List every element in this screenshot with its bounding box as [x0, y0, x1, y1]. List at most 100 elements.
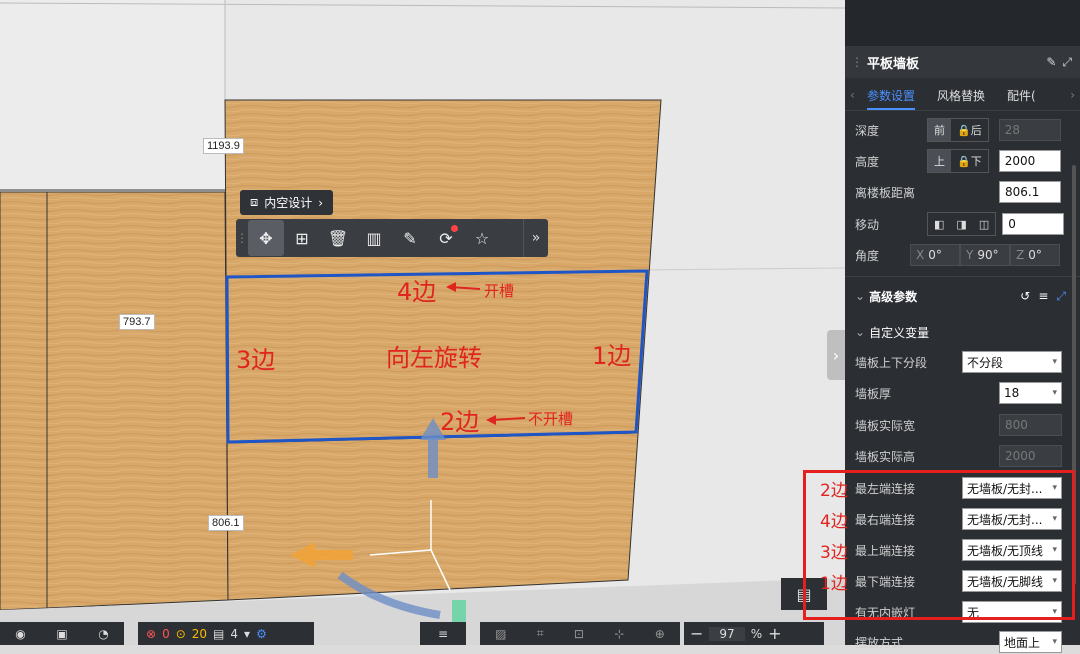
lock-icon: 🔒 — [957, 154, 971, 168]
crop-icon[interactable]: ⌗ — [537, 626, 544, 641]
drag-handle-icon[interactable]: ⋮ — [851, 55, 863, 69]
advanced-params-label: 高级参数 — [869, 289, 918, 304]
error-icon: ⊗ — [146, 626, 157, 641]
move-icon[interactable]: ✥ — [248, 220, 284, 256]
param-row: 墙板实际高 2000 — [855, 444, 1066, 468]
tab-parts[interactable]: 配件( — [1007, 81, 1036, 110]
angle-x-input[interactable]: X 0° — [910, 244, 960, 266]
expand-arrows-icon[interactable]: ⤢ — [1056, 289, 1066, 304]
zoom-out-icon[interactable]: − — [690, 624, 703, 643]
down-option[interactable]: 🔒 下 — [951, 150, 988, 172]
star-icon[interactable]: ☆ — [464, 220, 500, 256]
frame-icon: ⧈ — [250, 195, 259, 210]
custom-variables-label: 自定义变量 — [869, 325, 930, 340]
settings-icon[interactable]: ⚙ — [256, 627, 267, 641]
viewport-3d[interactable]: 1193.9 793.7 806.1 4边 开槽 3边 向左旋转 1边 2边 不… — [0, 0, 845, 645]
depth-toggle[interactable]: 前 🔒 后 — [927, 118, 989, 142]
cube-icon[interactable]: ▣ — [56, 627, 67, 641]
page-count[interactable]: 4 — [230, 627, 238, 641]
front-option[interactable]: 前 — [928, 119, 951, 141]
move-mode-1-icon[interactable]: ◧ — [928, 213, 950, 235]
actual-width-input: 800 — [999, 414, 1062, 436]
rotate-icon[interactable]: ⟳ — [428, 220, 464, 256]
inner-design-label: 内空设计 — [264, 196, 313, 210]
annotation-slot-on: 开槽 — [484, 282, 515, 300]
speed-icon[interactable]: ◔ — [98, 627, 108, 641]
annotation-rotate-left: 向左旋转 — [386, 344, 482, 372]
move-input[interactable]: 0 — [1002, 213, 1065, 235]
advanced-params-header[interactable]: ⌄ 高级参数 ↺ ≡ ⤢ — [855, 284, 1070, 308]
segment-select[interactable]: 不分段 ▾ — [962, 351, 1062, 373]
image-icon[interactable]: ▨ — [495, 627, 506, 641]
placement-select[interactable]: 地面上 ▾ — [999, 631, 1062, 653]
side-label-1: 1边 — [820, 574, 848, 594]
eye-icon[interactable]: ◉ — [15, 627, 25, 641]
floor-distance-label: 离楼板距离 — [855, 185, 916, 200]
move-mode[interactable]: ◧ ◨ ◫ — [927, 212, 997, 236]
back-option[interactable]: 🔒 后 — [951, 119, 988, 141]
annotation-edge4: 4边 — [397, 278, 437, 306]
brush-icon[interactable]: ✎ — [392, 220, 428, 256]
reset-icon[interactable]: ↺ — [1020, 289, 1030, 303]
annotation-slot-off: 不开槽 — [528, 410, 574, 428]
camera-icon[interactable]: ⊡ — [574, 627, 584, 641]
annotation-edge3: 3边 — [236, 346, 276, 374]
chevron-left-icon[interactable]: ‹ — [850, 88, 855, 102]
chevron-down-icon[interactable]: ▾ — [244, 627, 250, 641]
height-toggle[interactable]: 上 🔒 下 — [927, 149, 989, 173]
param-row: 墙板上下分段 不分段 ▾ — [855, 350, 1066, 374]
param-row: 墙板实际宽 800 — [855, 413, 1066, 437]
collapse-panel-button[interactable]: › — [827, 330, 845, 380]
param-label: 墙板上下分段 — [855, 355, 928, 370]
height-label: 高度 — [855, 154, 880, 169]
angle-z-input[interactable]: Z 0° — [1010, 244, 1060, 266]
param-label: 摆放方式 — [855, 635, 904, 650]
delete-icon[interactable]: 🗑 — [320, 220, 356, 256]
inner-design-button[interactable]: ⧈ 内空设计 › — [240, 190, 334, 215]
drag-handle-icon[interactable]: ⋮ — [236, 231, 248, 245]
chevron-right-icon[interactable]: › — [1070, 88, 1075, 102]
edit-icon[interactable]: ✎ — [1046, 55, 1056, 69]
panel-header: ⋮ 平板墙板 ✎ ⤢ — [845, 46, 1080, 78]
layer-button[interactable]: ≡ — [420, 622, 466, 645]
height-input[interactable]: 2000 — [998, 150, 1061, 172]
search-view-icon[interactable]: ⊕ — [655, 627, 665, 641]
warning-count[interactable]: 20 — [192, 627, 207, 641]
move-label: 移动 — [855, 217, 880, 232]
param-label: 墙板厚 — [855, 386, 892, 401]
panel-top-bar — [845, 0, 1080, 46]
add-icon[interactable]: ⊞ — [284, 220, 320, 256]
custom-variables-header[interactable]: ⌄ 自定义变量 — [855, 320, 1070, 344]
angle-y-input[interactable]: Y 90° — [960, 244, 1010, 266]
dimension-label-top: 1193.9 — [203, 138, 244, 154]
expand-icon[interactable]: ⤢ — [1062, 55, 1072, 70]
tab-params[interactable]: 参数设置 — [867, 81, 916, 110]
floor-distance-input[interactable]: 806.1 — [999, 181, 1061, 203]
move-mode-3-icon[interactable]: ◫ — [973, 213, 995, 235]
annotation-edge1: 1边 — [592, 342, 632, 370]
list-icon[interactable]: ≡ — [1038, 289, 1048, 303]
param-row: 墙板厚 18 ▾ — [855, 381, 1066, 405]
focus-icon[interactable]: ⊹ — [614, 627, 624, 641]
floor-distance-row: 离楼板距离 806.1 — [855, 180, 1066, 204]
more-icon[interactable]: » — [523, 219, 548, 257]
split-icon[interactable]: ▥ — [356, 220, 392, 256]
tab-style[interactable]: 风格替换 — [937, 81, 985, 110]
layers-icon: ≡ — [437, 626, 449, 641]
thickness-select[interactable]: 18 ▾ — [999, 382, 1062, 404]
chevron-down-icon: ⌄ — [855, 325, 866, 339]
zoom-value[interactable]: 97 — [709, 626, 745, 641]
height-row: 高度 上 🔒 下 2000 — [855, 149, 1066, 173]
chevron-right-icon: › — [318, 195, 324, 210]
error-count[interactable]: 0 — [162, 627, 170, 641]
object-toolbar: ⋮ ✥ ⊞ 🗑 ▥ ✎ ⟳ ☆ » — [236, 219, 548, 257]
depth-input[interactable]: 28 — [998, 119, 1061, 141]
depth-label: 深度 — [855, 123, 880, 138]
move-mode-2-icon[interactable]: ◨ — [950, 213, 972, 235]
view-tools: ▨ ⌗ ⊡ ⊹ ⊕ — [480, 622, 680, 645]
up-option[interactable]: 上 — [928, 150, 951, 172]
side-label-3: 3边 — [820, 543, 848, 563]
zoom-in-icon[interactable]: + — [768, 624, 781, 643]
side-label-2: 2边 — [820, 481, 848, 501]
actual-height-input: 2000 — [999, 445, 1062, 467]
